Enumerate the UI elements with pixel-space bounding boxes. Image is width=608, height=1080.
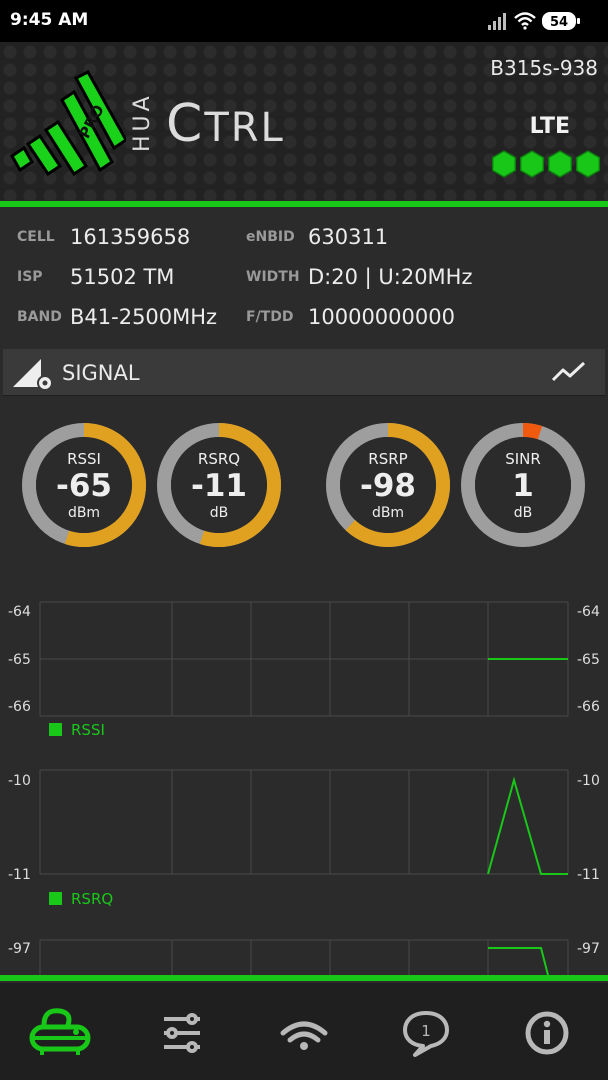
rsrq-chart: -10 -11 -10 -11 RSRQ <box>8 769 600 908</box>
cell-value: 161359658 <box>70 225 191 249</box>
wifi-icon[interactable] <box>271 1005 337 1061</box>
duplex-label: F/TDD <box>246 309 294 325</box>
gauge-rsrp-value: -98 <box>360 468 416 504</box>
battery-icon: 54 <box>542 12 580 30</box>
battery-level: 54 <box>550 15 568 30</box>
gauge-rsrq-unit: dB <box>210 505 229 521</box>
isp-value: 51502 TM <box>70 265 175 289</box>
trend-chart-icon[interactable] <box>551 360 587 384</box>
signal-hex-1 <box>491 150 517 178</box>
rsrq-legend-swatch <box>49 892 62 905</box>
gauge-rsrq-label: RSRQ <box>198 450 240 468</box>
width-value: D:20 | U:20MHz <box>308 265 473 289</box>
enbid-label: eNBID <box>246 229 295 245</box>
rsrq-tick-left-bottom: -11 <box>8 867 31 883</box>
network-type: LTE <box>529 114 570 139</box>
signal-section-header[interactable]: SIGNAL <box>3 349 605 396</box>
status-bar: 9:45 AM 54 <box>0 0 608 42</box>
app-header: PRO HUA CTRL B315s-938 LTE <box>0 42 608 200</box>
rssi-legend-label: RSSI <box>71 721 105 739</box>
tab-wifi[interactable] <box>271 1005 337 1061</box>
rsrp-tick-right-top: -97 <box>577 941 600 957</box>
gauge-sinr: SINR 1 dB <box>461 422 585 547</box>
gauge-sinr-label: SINR <box>505 450 541 468</box>
cell-label: CELL <box>17 229 55 245</box>
tabbar-divider <box>0 975 608 981</box>
isp-label: ISP <box>17 269 43 285</box>
rsrq-tick-right-bottom: -11 <box>577 867 600 883</box>
rssi-tick-left-top: -64 <box>8 604 31 620</box>
width-label: WIDTH <box>246 269 300 285</box>
gauge-rsrq-value: -11 <box>191 468 247 504</box>
info-icon[interactable] <box>514 1005 580 1061</box>
rsrq-legend-label: RSRQ <box>71 890 113 908</box>
cell-signal-icon <box>488 13 506 30</box>
rssi-tick-right-bottom: -66 <box>577 699 600 715</box>
signal-hex-4 <box>575 150 601 178</box>
router-icon[interactable] <box>28 1005 94 1061</box>
rsrq-tick-right-top: -10 <box>577 773 600 789</box>
signal-hex-2 <box>519 150 545 178</box>
sliders-icon[interactable] <box>152 1005 218 1061</box>
gauge-rsrq: RSRQ -11 dB <box>157 423 281 547</box>
chat-bubble-icon[interactable]: 1 <box>393 1005 459 1061</box>
cell-info-panel: CELL 161359658 eNBID 630311 ISP 51502 TM… <box>0 212 608 342</box>
rssi-chart: -64 -65 -66 -64 -65 -66 RSSI <box>8 601 600 739</box>
status-icons: 54 <box>488 12 580 30</box>
duplex-value: 10000000000 <box>308 305 455 329</box>
device-name: B315s-938 <box>490 56 598 80</box>
band-value: B41-2500MHz <box>70 305 218 329</box>
header-divider <box>0 201 608 207</box>
bottom-tab-bar: 1 <box>0 983 608 1080</box>
gauge-rssi: RSSI -65 dBm <box>22 423 146 547</box>
logo-bars-icon <box>10 70 126 177</box>
rsrq-tick-left-top: -10 <box>8 773 31 789</box>
gauge-rssi-label: RSSI <box>67 450 101 468</box>
rssi-tick-right-top: -64 <box>577 604 600 620</box>
rsrp-tick-left-top: -97 <box>8 941 31 957</box>
signal-gauges: RSSI -65 dBm RSRQ -11 dB RSRP -98 dBm SI… <box>22 422 585 547</box>
signal-settings-icon[interactable] <box>11 357 57 391</box>
app-title-rest: TRL <box>204 105 285 151</box>
tab-messages[interactable]: 1 <box>393 1005 459 1061</box>
rsrp-series-line <box>488 947 549 975</box>
gauge-rssi-value: -65 <box>56 468 112 504</box>
app-title-prefix: HUA <box>130 92 155 152</box>
signal-history-charts: -64 -65 -66 -64 -65 -66 RSSI -10 -11 -10… <box>8 601 600 975</box>
gauge-rsrp-label: RSRP <box>368 450 407 468</box>
messages-badge: 1 <box>421 1022 431 1040</box>
gauge-rsrp-unit: dBm <box>372 505 404 521</box>
rssi-tick-left-bottom: -66 <box>8 699 31 715</box>
rsrq-series-line <box>487 776 568 875</box>
gauge-rsrp: RSRP -98 dBm <box>326 423 450 547</box>
signal-strength-indicator <box>491 150 601 178</box>
gauge-sinr-value: 1 <box>512 468 534 504</box>
app-title-cap: C <box>166 94 205 154</box>
tab-settings[interactable] <box>152 1005 218 1061</box>
enbid-value: 630311 <box>308 225 389 249</box>
app-logo: PRO <box>10 70 126 177</box>
status-time: 9:45 AM <box>10 10 89 30</box>
wifi-status-icon <box>514 12 536 30</box>
rsrp-chart: -97 -97 <box>8 939 600 975</box>
gauge-sinr-unit: dB <box>514 505 533 521</box>
rssi-tick-right-mid: -65 <box>577 652 600 668</box>
app-title: CTRL <box>166 94 285 154</box>
signal-section-label: SIGNAL <box>62 361 140 385</box>
rssi-legend-swatch <box>49 723 62 736</box>
signal-hex-3 <box>547 150 573 178</box>
band-label: BAND <box>17 309 62 325</box>
rssi-tick-left-mid: -65 <box>8 652 31 668</box>
tab-info[interactable] <box>514 1005 580 1061</box>
tab-home[interactable] <box>28 1005 94 1061</box>
gauge-arc-sinr <box>522 422 543 440</box>
gauge-rssi-unit: dBm <box>68 505 100 521</box>
